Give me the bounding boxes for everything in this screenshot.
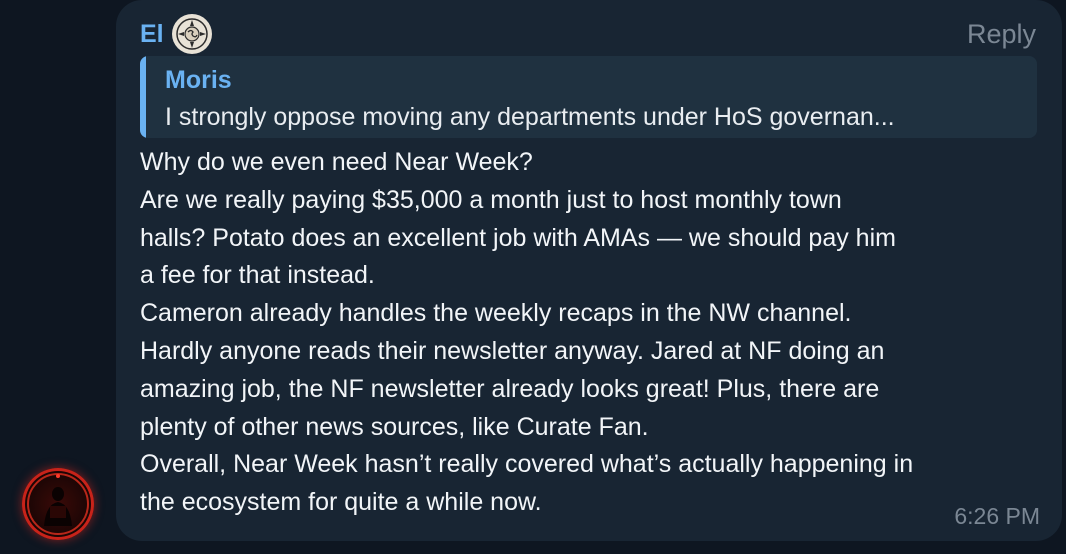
message-line: Why do we even need Near Week? [140,148,533,176]
message-line: amazing job, the NF newsletter already l… [140,374,880,403]
message-line: Cameron already handles the weekly recap… [140,299,852,328]
message-timestamp: 6:26 PM [954,503,1040,529]
om-emblem-icon [171,14,212,54]
sender-avatar[interactable] [22,468,94,540]
message-text: Why do we even need Near Week? Are we re… [140,144,1050,522]
reply-button[interactable]: Reply [967,16,1036,52]
message-line: a fee for that instead. [140,261,375,290]
message-line: the ecosystem for quite a while now. [140,488,542,517]
message-line: Are we really paying $35,000 a month jus… [140,185,842,214]
message-line: Overall, Near Week hasn’t really covered… [140,450,914,479]
avatar-figure-icon [27,473,89,535]
quote-accent-bar [140,56,146,138]
quoted-message[interactable]: Moris I strongly oppose moving any depar… [140,56,1037,138]
message-line: Hardly anyone reads their newsletter any… [140,336,885,365]
sender-name[interactable]: El [140,14,164,54]
message-header: El [140,14,212,54]
message-bubble[interactable]: El Reply Moris I strongly oppose moving … [116,0,1062,541]
message-line: halls? Potato does an excellent job with… [140,223,896,252]
quote-author: Moris [165,66,232,94]
message-line: plenty of other news sources, like Curat… [140,412,649,441]
quote-text: I strongly oppose moving any departments… [165,103,895,131]
chat-area: El Reply Moris I strongly oppose moving … [0,0,1066,554]
